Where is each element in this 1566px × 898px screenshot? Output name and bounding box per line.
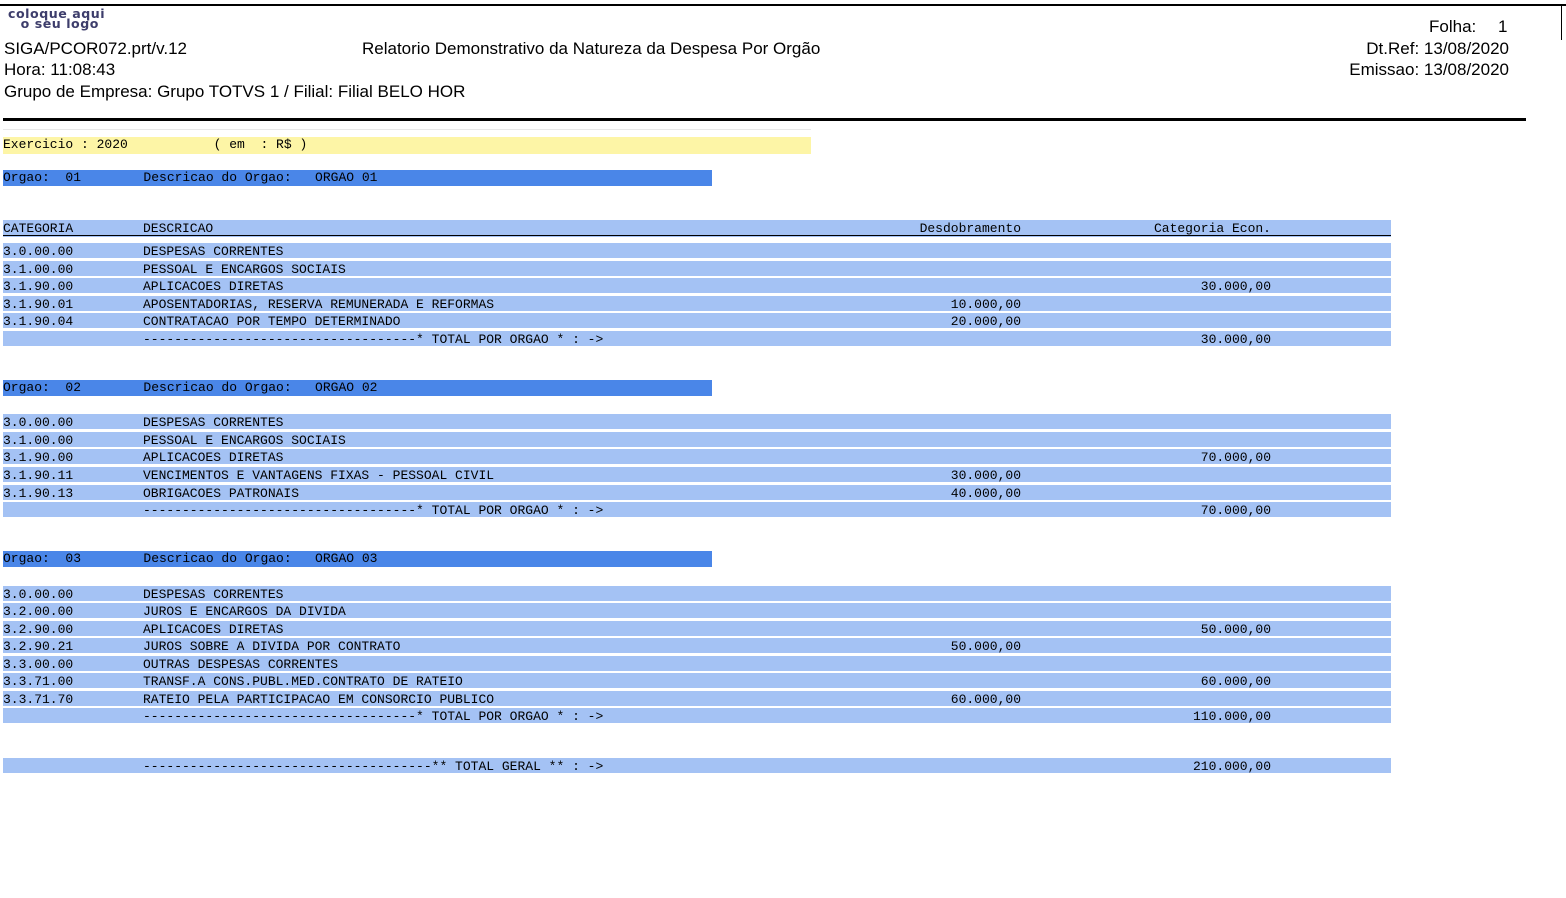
- exercicio-band: Exercicio : 2020 ( em : R$ ): [3, 137, 811, 154]
- grand-total-value: 210.000,00: [1192, 759, 1271, 774]
- company-group: Grupo de Empresa: Grupo TOTVS 1 / Filial…: [4, 82, 466, 101]
- thin-separator: [3, 129, 811, 130]
- orgao-label: Orgao: 03 Descricao do Orgao: ORGAO 03: [3, 551, 378, 566]
- row-descricao: OUTRAS DESPESAS CORRENTES: [143, 657, 339, 672]
- orgao-total-label: -----------------------------------* TOT…: [143, 709, 604, 724]
- orgao-total-label: -----------------------------------* TOT…: [143, 503, 604, 518]
- row-descricao: RATEIO PELA PARTICIPACAO EM CONSORCIO PU…: [143, 692, 495, 707]
- row-categoria-econ: 70.000,00: [1200, 450, 1271, 465]
- table-row: 3.0.00.00 DESPESAS CORRENTES: [3, 243, 1391, 259]
- table-row: 3.1.00.00 PESSOAL E ENCARGOS SOCIAIS: [3, 432, 1391, 448]
- row-categoria: 3.0.00.00: [3, 244, 74, 259]
- table-row: 3.2.90.21 JUROS SOBRE A DIVIDA POR CONTR…: [3, 638, 1391, 654]
- row-categoria: 3.1.90.01: [3, 297, 74, 312]
- orgao-header: Orgao: 02 Descricao do Orgao: ORGAO 02: [3, 380, 712, 396]
- row-categoria: 3.0.00.00: [3, 587, 74, 602]
- row-categoria: 3.1.00.00: [3, 262, 74, 277]
- row-categoria: 3.0.00.00: [3, 415, 74, 430]
- grand-total-label: -------------------------------------** …: [143, 759, 604, 774]
- row-descricao: JUROS SOBRE A DIVIDA POR CONTRATO: [143, 639, 401, 654]
- header-separator: [3, 118, 1526, 121]
- row-categoria: 3.2.90.21: [3, 639, 74, 654]
- program-id: SIGA/PCOR072.prt/v.12: [4, 39, 187, 58]
- right-border-line: [1561, 6, 1562, 40]
- table-row: 3.3.71.70 RATEIO PELA PARTICIPACAO EM CO…: [3, 691, 1391, 707]
- orgao-label: Orgao: 01 Descricao do Orgao: ORGAO 01: [3, 170, 378, 185]
- row-desdobramento: 10.000,00: [950, 297, 1021, 312]
- row-descricao: TRANSF.A CONS.PUBL.MED.CONTRATO DE RATEI…: [143, 674, 463, 689]
- row-descricao: PESSOAL E ENCARGOS SOCIAIS: [143, 433, 346, 448]
- row-desdobramento: 30.000,00: [950, 468, 1021, 483]
- orgao-total-row: -----------------------------------* TOT…: [3, 502, 1391, 518]
- row-descricao: DESPESAS CORRENTES: [143, 415, 284, 430]
- row-descricao: OBRIGACOES PATRONAIS: [143, 486, 300, 501]
- row-descricao: APLICACOES DIRETAS: [143, 622, 284, 637]
- orgao-total-row: -----------------------------------* TOT…: [3, 331, 1391, 347]
- row-descricao: JUROS E ENCARGOS DA DIVIDA: [143, 604, 346, 619]
- table-row: 3.3.00.00 OUTRAS DESPESAS CORRENTES: [3, 656, 1391, 672]
- row-categoria-econ: 30.000,00: [1200, 279, 1271, 294]
- report-time: Hora: 11:08:43: [4, 60, 116, 79]
- table-row: 3.1.00.00 PESSOAL E ENCARGOS SOCIAIS: [3, 261, 1391, 277]
- row-descricao: CONTRATACAO POR TEMPO DETERMINADO: [143, 314, 401, 329]
- row-descricao: VENCIMENTOS E VANTAGENS FIXAS - PESSOAL …: [143, 468, 495, 483]
- row-categoria: 3.1.90.00: [3, 279, 74, 294]
- row-desdobramento: 60.000,00: [950, 692, 1021, 707]
- table-row: 3.1.90.01 APOSENTADORIAS, RESERVA REMUNE…: [3, 296, 1391, 312]
- row-categoria: 3.1.90.11: [3, 468, 74, 483]
- orgao-header: Orgao: 01 Descricao do Orgao: ORGAO 01: [3, 170, 712, 186]
- row-categoria: 3.3.71.00: [3, 674, 74, 689]
- row-descricao: APLICACOES DIRETAS: [143, 450, 284, 465]
- issue-date: Emissao: 13/08/2020: [1349, 60, 1509, 79]
- page-label: Folha:: [1429, 17, 1477, 36]
- row-categoria: 3.2.00.00: [3, 604, 74, 619]
- row-descricao: APOSENTADORIAS, RESERVA REMUNERADA E REF…: [143, 297, 495, 312]
- row-desdobramento: 50.000,00: [950, 639, 1021, 654]
- column-header-underline: [3, 235, 1391, 236]
- report-title: Relatorio Demonstrativo da Natureza da D…: [362, 39, 821, 58]
- table-row: 3.1.90.00 APLICACOES DIRETAS 30.000,00: [3, 278, 1391, 294]
- row-categoria: 3.1.90.13: [3, 486, 74, 501]
- table-row: 3.2.90.00 APLICACOES DIRETAS 50.000,00: [3, 621, 1391, 637]
- top-border-line: [0, 4, 1566, 6]
- row-descricao: PESSOAL E ENCARGOS SOCIAIS: [143, 262, 346, 277]
- row-categoria: 3.1.90.04: [3, 314, 74, 329]
- orgao-total-row: -----------------------------------* TOT…: [3, 708, 1391, 724]
- row-categoria-econ: 50.000,00: [1200, 622, 1271, 637]
- orgao-total-value: 110.000,00: [1192, 709, 1271, 724]
- row-categoria: 3.3.71.70: [3, 692, 74, 707]
- orgao-total-value: 30.000,00: [1200, 332, 1271, 347]
- orgao-total-value: 70.000,00: [1200, 503, 1271, 518]
- logo-placeholder: coloque aqui o seu logo: [8, 8, 123, 31]
- table-row: 3.2.00.00 JUROS E ENCARGOS DA DIVIDA: [3, 603, 1391, 619]
- table-row: 3.3.71.00 TRANSF.A CONS.PUBL.MED.CONTRAT…: [3, 673, 1391, 689]
- table-row: 3.1.90.13 OBRIGACOES PATRONAIS 40.000,00: [3, 485, 1391, 501]
- orgao-total-label: -----------------------------------* TOT…: [143, 332, 604, 347]
- column-header: CATEGORIA DESCRICAO Desdobramento Catego…: [3, 220, 1391, 237]
- row-descricao: APLICACOES DIRETAS: [143, 279, 284, 294]
- row-categoria: 3.3.00.00: [3, 657, 74, 672]
- row-categoria-econ: 60.000,00: [1200, 674, 1271, 689]
- exercicio-label: Exercicio : 2020 ( em : R$ ): [3, 137, 308, 152]
- logo-line-2: o seu logo: [20, 17, 99, 31]
- table-row: 3.0.00.00 DESPESAS CORRENTES: [3, 414, 1391, 430]
- row-desdobramento: 40.000,00: [950, 486, 1021, 501]
- reference-date: Dt.Ref: 13/08/2020: [1366, 39, 1509, 58]
- page-number: 1: [1498, 17, 1508, 36]
- table-row: 3.0.00.00 DESPESAS CORRENTES: [3, 586, 1391, 602]
- grand-total-row: -------------------------------------** …: [3, 758, 1391, 774]
- row-categoria: 3.1.90.00: [3, 450, 74, 465]
- row-desdobramento: 20.000,00: [950, 314, 1021, 329]
- table-row: 3.1.90.04 CONTRATACAO POR TEMPO DETERMIN…: [3, 313, 1391, 329]
- row-descricao: DESPESAS CORRENTES: [143, 244, 284, 259]
- orgao-label: Orgao: 02 Descricao do Orgao: ORGAO 02: [3, 380, 378, 395]
- table-row: 3.1.90.11 VENCIMENTOS E VANTAGENS FIXAS …: [3, 467, 1391, 483]
- orgao-header: Orgao: 03 Descricao do Orgao: ORGAO 03: [3, 551, 712, 567]
- row-descricao: DESPESAS CORRENTES: [143, 587, 284, 602]
- table-row: 3.1.90.00 APLICACOES DIRETAS 70.000,00: [3, 449, 1391, 465]
- row-categoria: 3.2.90.00: [3, 622, 74, 637]
- row-categoria: 3.1.00.00: [3, 433, 74, 448]
